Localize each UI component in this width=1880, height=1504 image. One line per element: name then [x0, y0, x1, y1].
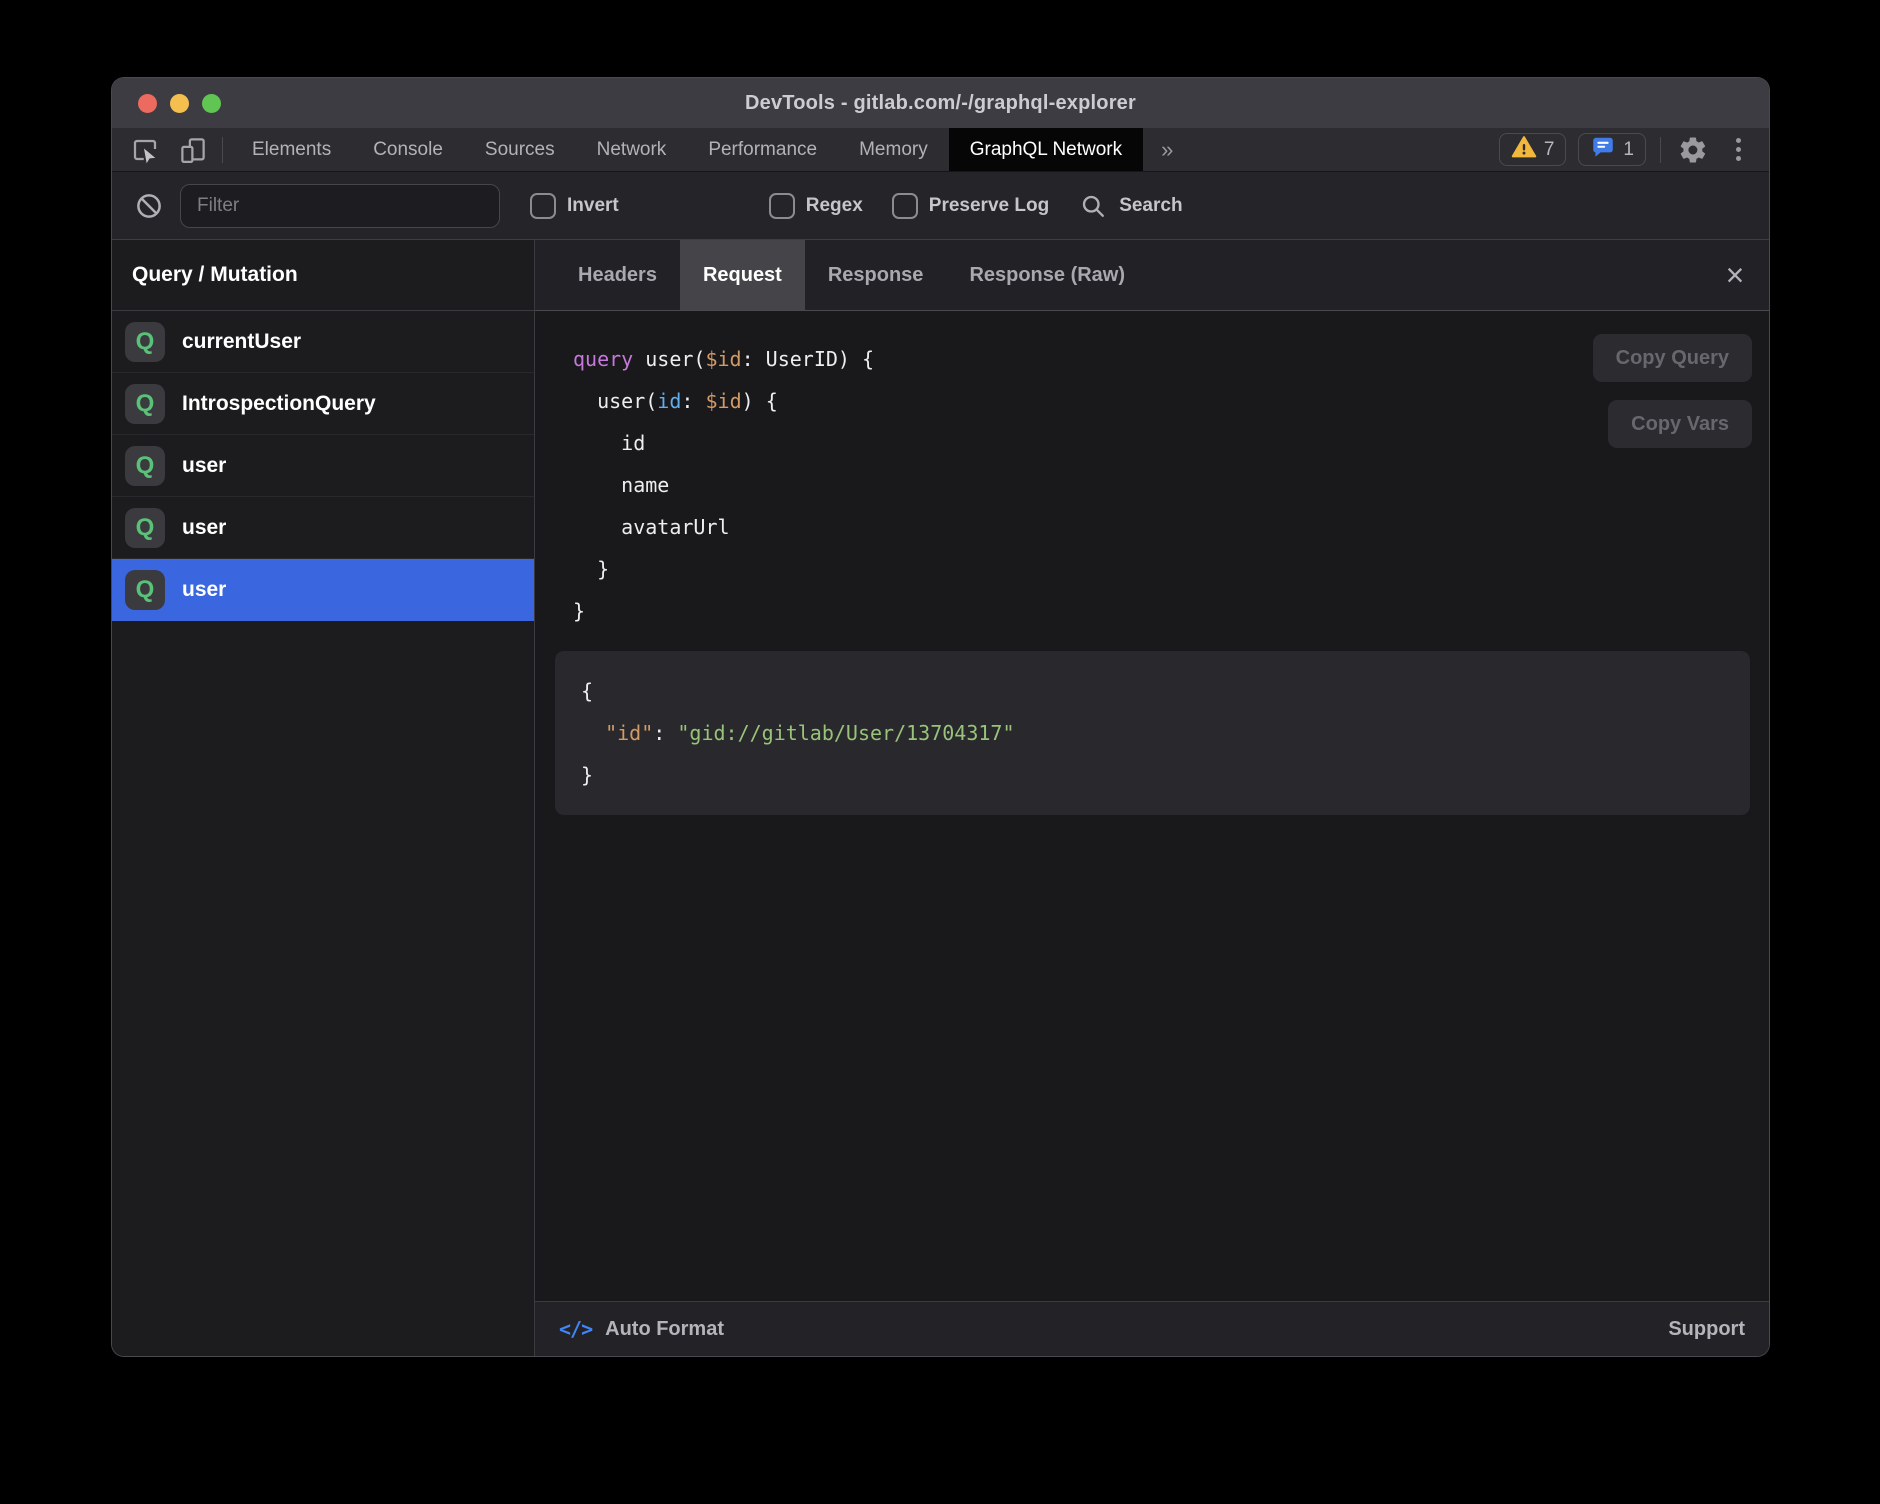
controls-separator: [1660, 137, 1661, 163]
device-toolbar-icon[interactable]: [176, 133, 210, 167]
issues-badge[interactable]: 1: [1578, 133, 1646, 166]
list-item-user-3-selected[interactable]: Q user: [112, 559, 534, 621]
search-toggle[interactable]: Search: [1079, 192, 1182, 220]
clear-icon[interactable]: [132, 189, 166, 223]
tab-network[interactable]: Network: [576, 128, 688, 171]
tab-performance[interactable]: Performance: [687, 128, 838, 171]
search-label: Search: [1119, 195, 1182, 217]
preserve-log-checkbox[interactable]: [892, 193, 918, 219]
list-item-user-1[interactable]: Q user: [112, 435, 534, 497]
query-list: Q currentUser Q IntrospectionQuery Q use…: [112, 311, 534, 1356]
preserve-log-label: Preserve Log: [929, 195, 1049, 217]
invert-checkbox-group[interactable]: Invert: [530, 193, 619, 219]
regex-checkbox-group[interactable]: Regex: [769, 193, 863, 219]
toolbar-right-controls: 7 1: [1499, 128, 1769, 171]
query-name: user: [182, 578, 226, 602]
tab-sources[interactable]: Sources: [464, 128, 576, 171]
list-item-introspectionquery[interactable]: Q IntrospectionQuery: [112, 373, 534, 435]
message-bubble-icon: [1590, 134, 1616, 166]
warnings-badge[interactable]: 7: [1499, 133, 1567, 166]
tab-elements[interactable]: Elements: [231, 128, 352, 171]
tab-headers[interactable]: Headers: [555, 240, 680, 310]
warnings-count: 7: [1544, 139, 1555, 161]
window-controls: [138, 78, 221, 128]
window-title: DevTools - gitlab.com/-/graphql-explorer: [745, 92, 1136, 115]
search-icon: [1079, 192, 1107, 220]
request-detail-body: Copy Query Copy Vars query user($id: Use…: [535, 311, 1769, 1301]
copy-buttons: Copy Query Copy Vars: [1593, 334, 1752, 448]
graphql-query-code: query user($id: UserID) { user(id: $id) …: [535, 311, 1769, 632]
code-format-icon: </>: [559, 1317, 592, 1341]
filter-bar: Invert Regex Preserve Log Search: [112, 171, 1769, 239]
query-type-badge: Q: [125, 446, 165, 486]
zoom-window-button[interactable]: [202, 94, 221, 113]
query-variables-box: { "id": "gid://gitlab/User/13704317"}: [555, 651, 1750, 815]
query-name: user: [182, 516, 226, 540]
more-options-icon[interactable]: [1723, 132, 1753, 168]
regex-checkbox[interactable]: [769, 193, 795, 219]
query-type-badge: Q: [125, 570, 165, 610]
support-link[interactable]: Support: [1668, 1318, 1745, 1341]
warning-icon: [1511, 134, 1537, 166]
regex-label: Regex: [806, 195, 863, 217]
query-list-sidebar: Query / Mutation Q currentUser Q Introsp…: [112, 240, 535, 1356]
tab-graphql-network[interactable]: GraphQL Network: [949, 128, 1143, 171]
toolbar-icons: [112, 128, 210, 171]
close-window-button[interactable]: [138, 94, 157, 113]
query-name: currentUser: [182, 330, 301, 354]
close-icon[interactable]: ×: [1715, 255, 1755, 295]
preserve-log-checkbox-group[interactable]: Preserve Log: [892, 193, 1049, 219]
tab-response-raw[interactable]: Response (Raw): [946, 240, 1148, 310]
inspect-element-icon[interactable]: [128, 133, 162, 167]
query-type-badge: Q: [125, 508, 165, 548]
tab-request[interactable]: Request: [680, 240, 805, 310]
filter-input[interactable]: [180, 184, 500, 228]
settings-gear-icon[interactable]: [1675, 132, 1711, 168]
sidebar-header: Query / Mutation: [112, 240, 534, 311]
devtools-toolbar: Elements Console Sources Network Perform…: [112, 128, 1769, 171]
panel-tab-strip: Elements Console Sources Network Perform…: [231, 128, 1191, 171]
toolbar-separator: [222, 137, 223, 163]
tab-memory[interactable]: Memory: [838, 128, 949, 171]
detail-tab-strip: Headers Request Response Response (Raw) …: [535, 240, 1769, 311]
issues-count: 1: [1623, 139, 1634, 161]
invert-checkbox[interactable]: [530, 193, 556, 219]
more-tabs-icon[interactable]: »: [1143, 128, 1191, 171]
devtools-window: DevTools - gitlab.com/-/graphql-explorer…: [112, 78, 1769, 1356]
query-type-badge: Q: [125, 322, 165, 362]
detail-panel: Headers Request Response Response (Raw) …: [535, 240, 1769, 1356]
minimize-window-button[interactable]: [170, 94, 189, 113]
tab-response[interactable]: Response: [805, 240, 947, 310]
auto-format-label: Auto Format: [605, 1318, 724, 1341]
main-split: Query / Mutation Q currentUser Q Introsp…: [112, 239, 1769, 1356]
copy-vars-button[interactable]: Copy Vars: [1608, 400, 1752, 448]
title-bar: DevTools - gitlab.com/-/graphql-explorer: [112, 78, 1769, 128]
tab-console[interactable]: Console: [352, 128, 464, 171]
list-item-currentuser[interactable]: Q currentUser: [112, 311, 534, 373]
query-type-badge: Q: [125, 384, 165, 424]
list-item-user-2[interactable]: Q user: [112, 497, 534, 559]
auto-format-button[interactable]: </> Auto Format: [559, 1317, 724, 1341]
query-name: IntrospectionQuery: [182, 392, 376, 416]
detail-footer: </> Auto Format Support: [535, 1301, 1769, 1356]
invert-label: Invert: [567, 195, 619, 217]
query-name: user: [182, 454, 226, 478]
copy-query-button[interactable]: Copy Query: [1593, 334, 1752, 382]
